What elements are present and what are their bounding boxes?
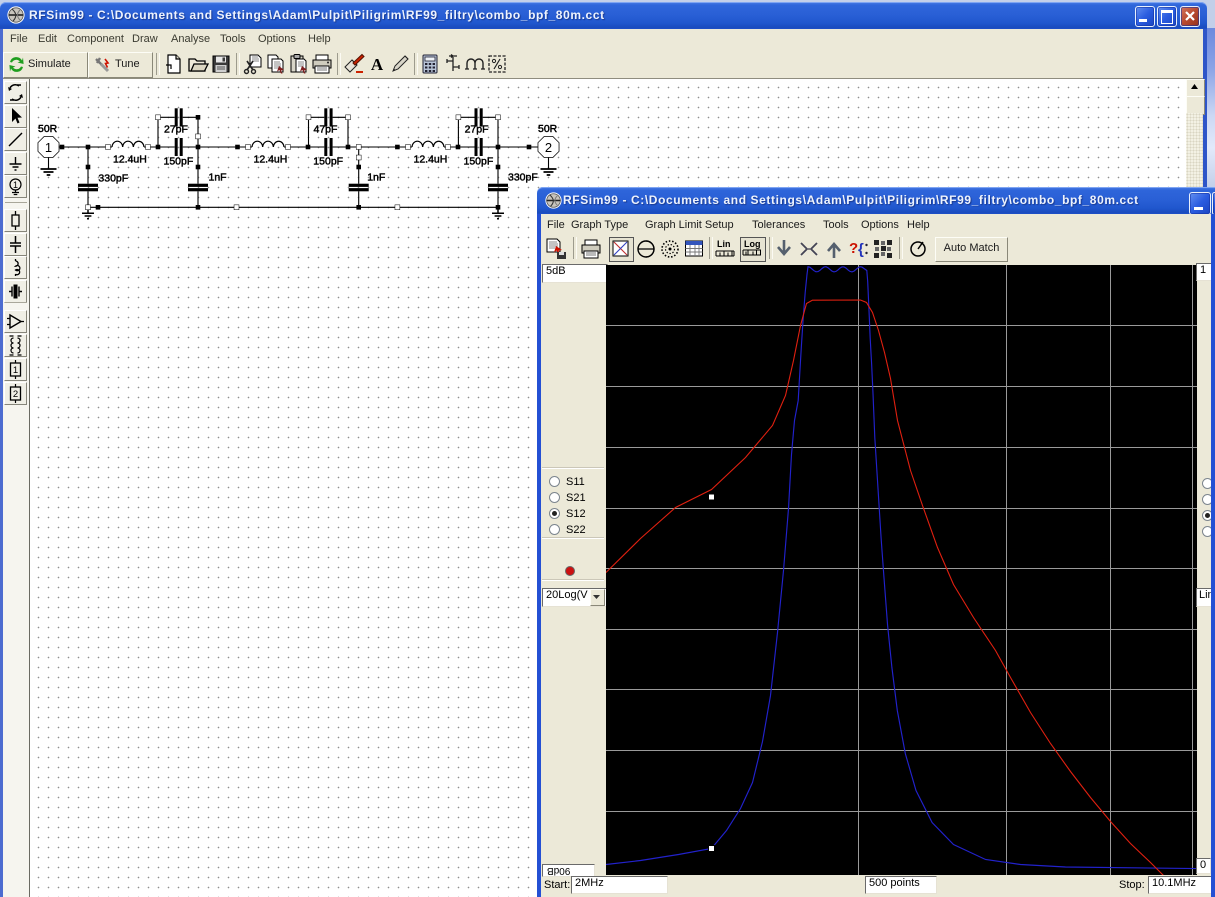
svg-text:150pF: 150pF <box>464 156 494 168</box>
svg-text:150pF: 150pF <box>164 156 194 168</box>
svg-text:{: { <box>858 241 864 258</box>
svg-text:2: 2 <box>13 389 18 400</box>
svg-text:27pF: 27pF <box>164 124 188 136</box>
svg-text:1nF: 1nF <box>367 172 385 184</box>
svg-text:1: 1 <box>13 365 18 376</box>
svg-text:330pF: 330pF <box>508 172 538 184</box>
svg-text:1: 1 <box>45 140 52 155</box>
svg-text:150pF: 150pF <box>313 156 343 168</box>
svg-text:Log: Log <box>744 239 761 249</box>
svg-text:1: 1 <box>13 180 18 190</box>
svg-text:Lin: Lin <box>717 239 731 249</box>
svg-text:A: A <box>371 55 384 74</box>
svg-text:12.4uH: 12.4uH <box>414 154 448 166</box>
svg-text:47pF: 47pF <box>314 124 338 136</box>
svg-text:50R: 50R <box>538 123 558 135</box>
svg-text:330pF: 330pF <box>98 173 128 185</box>
svg-text:2: 2 <box>545 140 552 155</box>
svg-text:12.4uH: 12.4uH <box>254 154 288 166</box>
svg-text:27pF: 27pF <box>465 124 489 136</box>
svg-text:1nF: 1nF <box>209 172 227 184</box>
svg-text:?: ? <box>849 240 858 257</box>
svg-text:50R: 50R <box>38 123 58 135</box>
svg-text:12.4uH: 12.4uH <box>113 154 147 166</box>
